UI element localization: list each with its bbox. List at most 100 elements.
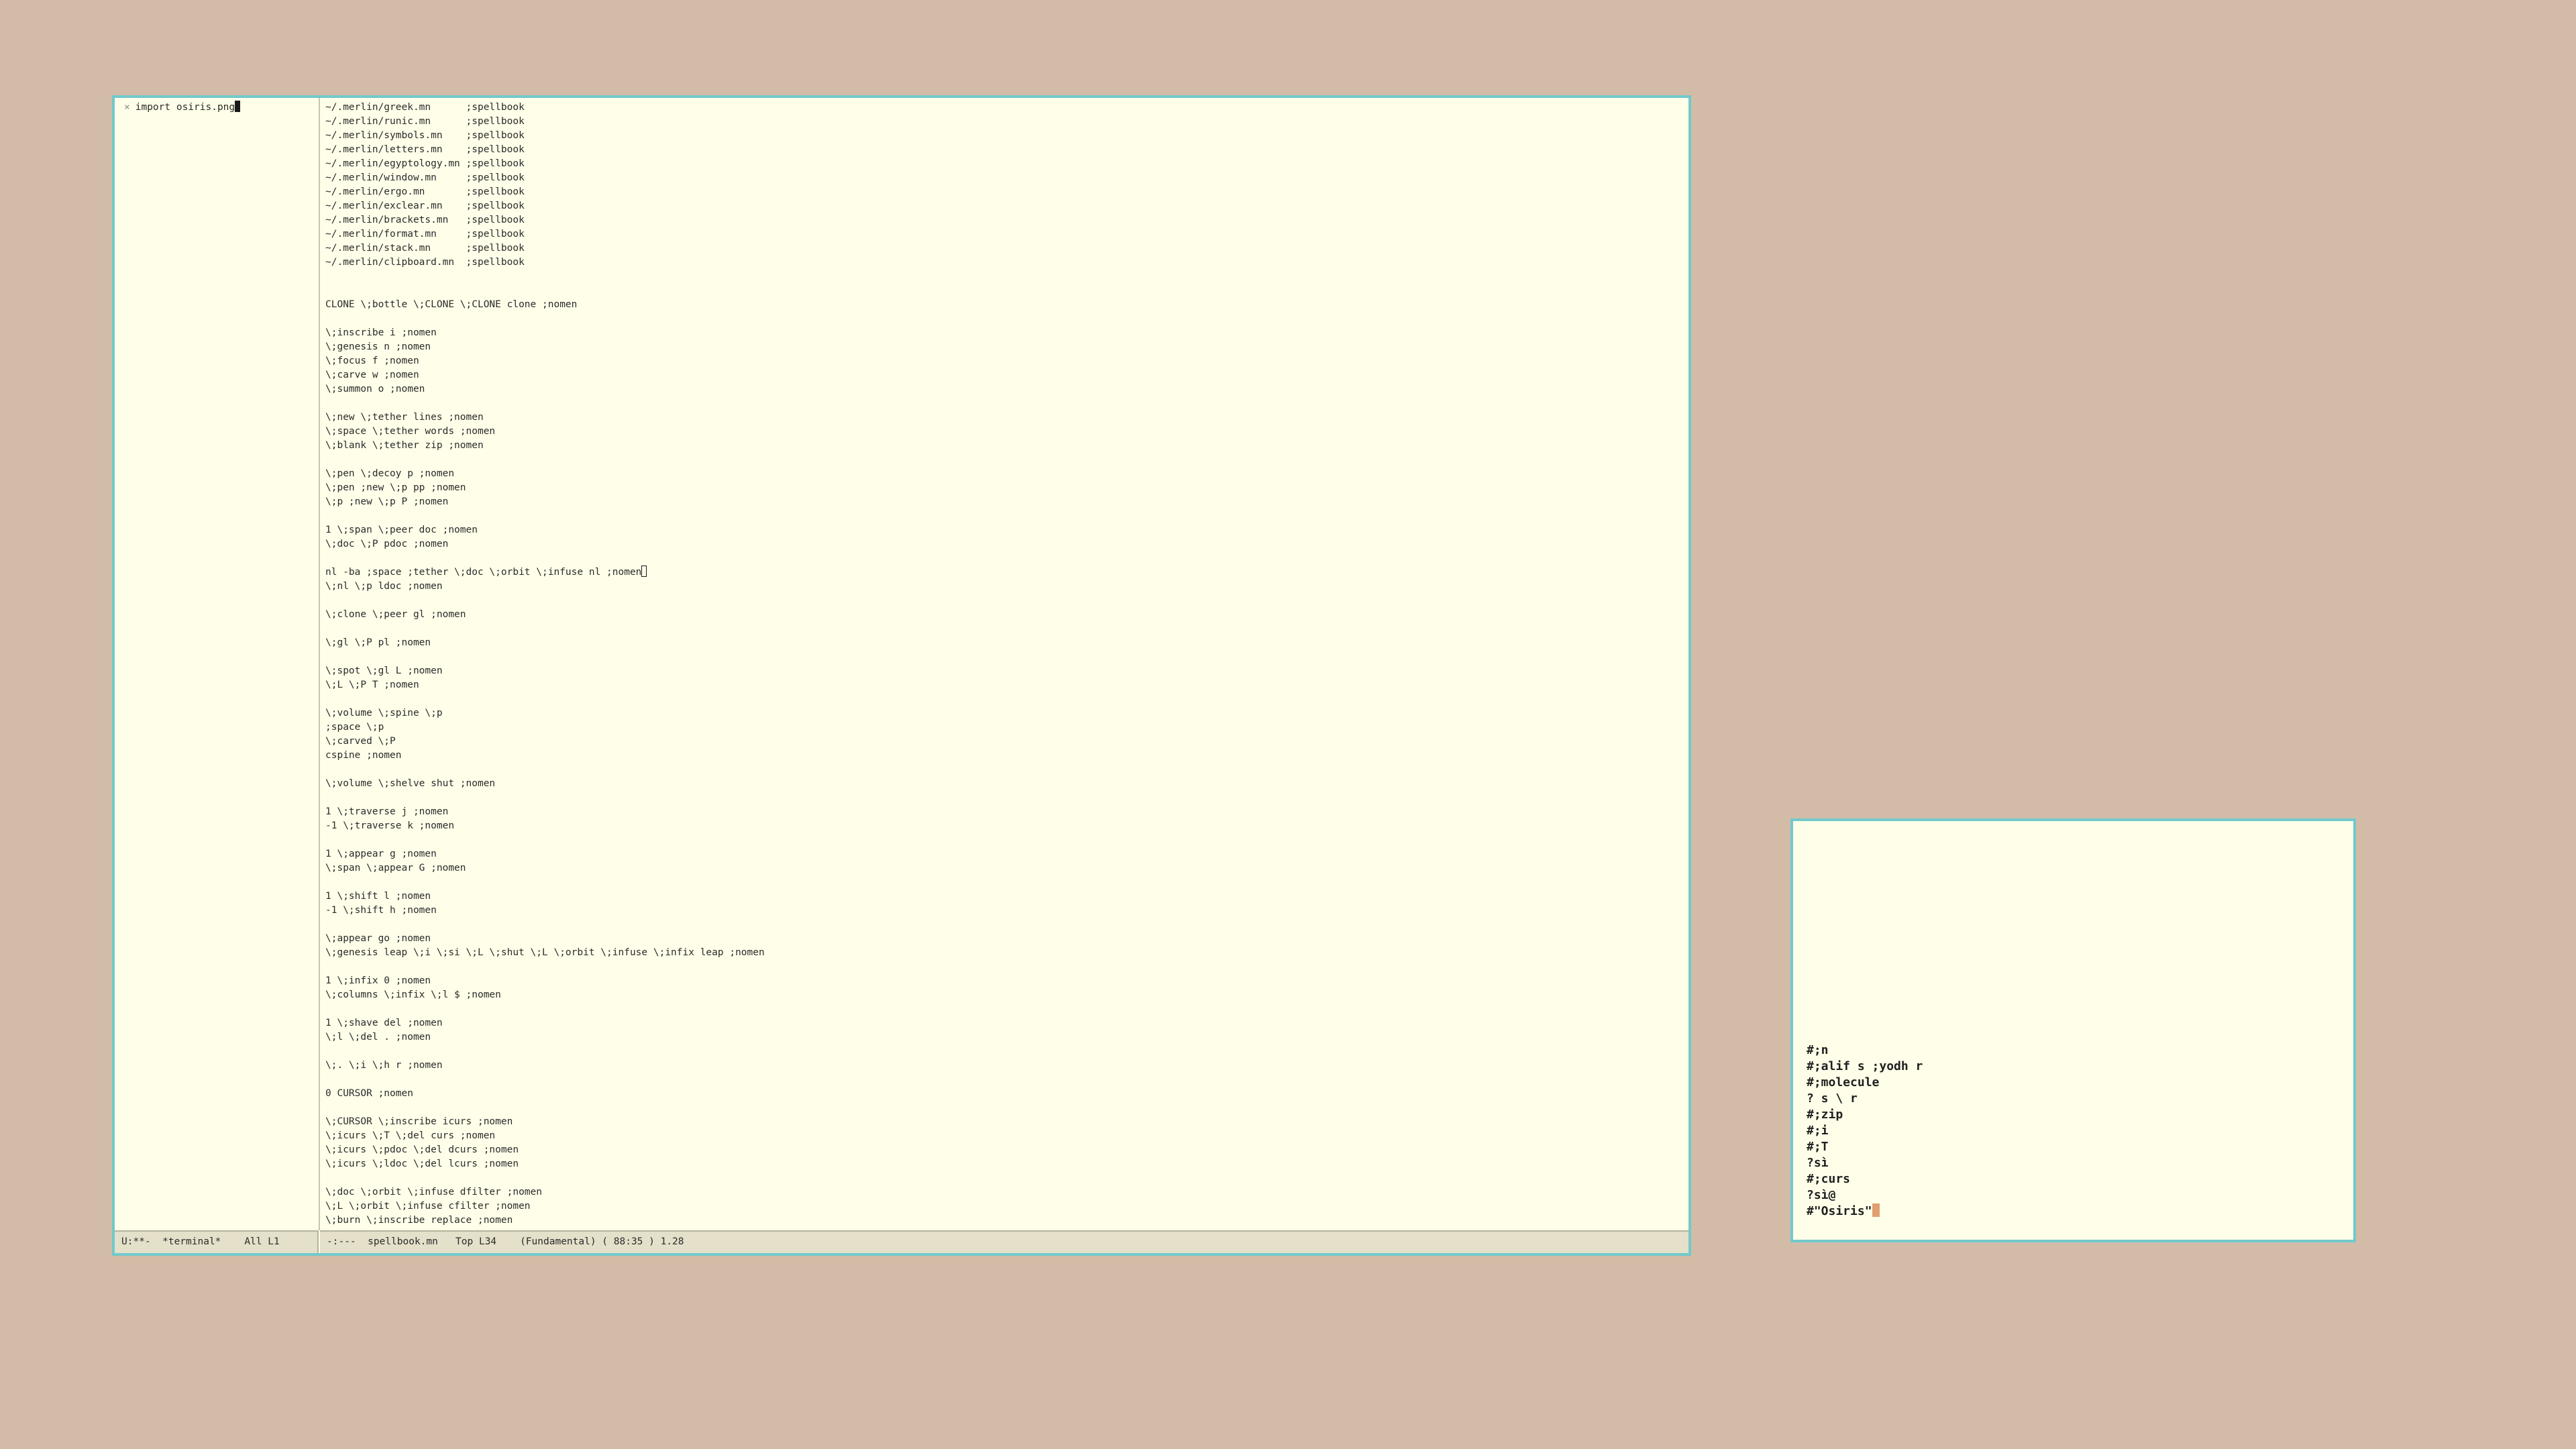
editor-line[interactable]: \;L \;orbit \;infuse cfilter ;nomen — [325, 1199, 1688, 1214]
editor-line[interactable]: \;carve w ;nomen — [325, 368, 1688, 382]
editor-line[interactable]: 1 \;appear g ;nomen — [325, 847, 1688, 861]
editor-line[interactable]: \;spot \;gl L ;nomen — [325, 664, 1688, 678]
editor-line[interactable]: 1 \;traverse j ;nomen — [325, 805, 1688, 819]
editor-line[interactable] — [325, 1101, 1688, 1115]
editor-line[interactable]: ~/.merlin/exclear.mn ;spellbook — [325, 199, 1688, 213]
terminal-pane[interactable]: × import osiris.png — [115, 98, 320, 1230]
editor-line[interactable] — [325, 1073, 1688, 1087]
editor-line[interactable]: \;p ;new \;p P ;nomen — [325, 495, 1688, 509]
editor-line[interactable] — [325, 594, 1688, 608]
editor-line[interactable]: ~/.merlin/ergo.mn ;spellbook — [325, 185, 1688, 199]
terminal-line-text: #;curs — [1807, 1172, 1851, 1186]
editor-line[interactable] — [325, 875, 1688, 890]
editor-text[interactable]: ~/.merlin/greek.mn ;spellbook ~/.merlin/r… — [320, 98, 1688, 1228]
terminal-line: ?sì@ — [1807, 1187, 1923, 1203]
editor-line[interactable]: \;pen ;new \;p pp ;nomen — [325, 481, 1688, 495]
editor-line[interactable]: ~/.merlin/letters.mn ;spellbook — [325, 143, 1688, 157]
terminal-line: #;T — [1807, 1139, 1923, 1155]
terminal-line-text: ? s \ r — [1807, 1091, 1858, 1106]
terminal-line: #;i — [1807, 1123, 1923, 1139]
editor-line[interactable]: \;clone \;peer gl ;nomen — [325, 608, 1688, 622]
terminal-line-text: #;i — [1807, 1124, 1829, 1138]
editor-line[interactable] — [325, 1002, 1688, 1016]
editor-line[interactable] — [325, 509, 1688, 523]
editor-line[interactable] — [325, 918, 1688, 932]
terminal-window[interactable]: #;n #;alif s ;yodh r #;molecule ? s \ r #;zi… — [1790, 818, 2356, 1242]
editor-line[interactable] — [325, 1171, 1688, 1185]
editor-line[interactable]: ~/.merlin/brackets.mn ;spellbook — [325, 213, 1688, 227]
editor-line[interactable]: \;L \;P T ;nomen — [325, 678, 1688, 692]
editor-line[interactable]: ~/.merlin/symbols.mn ;spellbook — [325, 129, 1688, 143]
editor-line[interactable] — [325, 396, 1688, 411]
editor-line[interactable]: ~/.merlin/greek.mn ;spellbook — [325, 101, 1688, 115]
editor-line[interactable]: \;blank \;tether zip ;nomen — [325, 439, 1688, 453]
editor-line[interactable] — [325, 622, 1688, 636]
editor-line[interactable]: \;space \;tether words ;nomen — [325, 425, 1688, 439]
editor-line[interactable]: \;columns \;infix \;l $ ;nomen — [325, 988, 1688, 1002]
editor-line[interactable]: -1 \;shift h ;nomen — [325, 904, 1688, 918]
editor-line[interactable]: \;doc \;P pdoc ;nomen — [325, 537, 1688, 551]
editor-line[interactable]: ~/.merlin/clipboard.mn ;spellbook — [325, 256, 1688, 270]
editor-line[interactable]: 1 \;shave del ;nomen — [325, 1016, 1688, 1030]
editor-line[interactable]: cspine ;nomen — [325, 749, 1688, 763]
editor-line[interactable] — [325, 791, 1688, 805]
editor-line[interactable] — [325, 284, 1688, 298]
editor-line[interactable]: \;volume \;spine \;p — [325, 706, 1688, 720]
editor-line[interactable]: \;icurs \;pdoc \;del dcurs ;nomen — [325, 1143, 1688, 1157]
editor-line[interactable] — [325, 833, 1688, 847]
terminal-line: #;zip — [1807, 1107, 1923, 1123]
editor-line[interactable]: ~/.merlin/window.mn ;spellbook — [325, 171, 1688, 185]
editor-line[interactable]: \;icurs \;T \;del curs ;nomen — [325, 1129, 1688, 1143]
editor-line[interactable]: \;summon o ;nomen — [325, 382, 1688, 396]
terminal-line-text: ?sì — [1807, 1156, 1829, 1170]
editor-line[interactable] — [325, 763, 1688, 777]
editor-line[interactable]: \;l \;del . ;nomen — [325, 1030, 1688, 1044]
editor-line[interactable]: \;volume \;shelve shut ;nomen — [325, 777, 1688, 791]
editor-line[interactable]: \;gl \;P pl ;nomen — [325, 636, 1688, 650]
editor-line[interactable]: \;span \;appear G ;nomen — [325, 861, 1688, 875]
terminal-line: #;molecule — [1807, 1075, 1923, 1091]
editor-line[interactable]: \;genesis n ;nomen — [325, 340, 1688, 354]
editor-line[interactable]: \;nl \;p ldoc ;nomen — [325, 580, 1688, 594]
editor-line[interactable] — [325, 270, 1688, 284]
editor-line[interactable]: ~/.merlin/egyptology.mn ;spellbook — [325, 157, 1688, 171]
editor-line[interactable]: \;carved \;P — [325, 735, 1688, 749]
terminal-line-text: #;T — [1807, 1140, 1829, 1154]
editor-line[interactable]: \;appear go ;nomen — [325, 932, 1688, 946]
editor-line[interactable]: \;pen \;decoy p ;nomen — [325, 467, 1688, 481]
editor-line[interactable] — [325, 692, 1688, 706]
editor-line[interactable]: 1 \;span \;peer doc ;nomen — [325, 523, 1688, 537]
editor-line[interactable]: \;doc \;orbit \;infuse dfilter ;nomen — [325, 1185, 1688, 1199]
editor-line[interactable]: ~/.merlin/runic.mn ;spellbook — [325, 115, 1688, 129]
terminal-prompt-line[interactable]: × import osiris.png — [115, 98, 319, 115]
editor-line[interactable]: \;focus f ;nomen — [325, 354, 1688, 368]
spellbook-editor-pane[interactable]: ~/.merlin/greek.mn ;spellbook ~/.merlin/r… — [320, 98, 1688, 1230]
emacs-window[interactable]: × import osiris.png ~/.merlin/greek.mn ;s… — [112, 95, 1691, 1256]
editor-line[interactable]: \;icurs \;ldoc \;del lcurs ;nomen — [325, 1157, 1688, 1171]
editor-line[interactable]: \;. \;i \;h r ;nomen — [325, 1059, 1688, 1073]
terminal-modeline: U:**- *terminal* All L1 — [115, 1230, 319, 1253]
editor-line[interactable] — [325, 312, 1688, 326]
editor-line[interactable]: CLONE \;bottle \;CLONE \;CLONE clone ;no… — [325, 298, 1688, 312]
terminal-output[interactable]: #;n #;alif s ;yodh r #;molecule ? s \ r #;zi… — [1807, 1042, 1923, 1220]
editor-modeline: -:--- spellbook.mn Top L34 (Fundamental)… — [320, 1230, 1688, 1253]
editor-line[interactable] — [325, 1044, 1688, 1059]
editor-line[interactable]: 1 \;shift l ;nomen — [325, 890, 1688, 904]
editor-line[interactable]: -1 \;traverse k ;nomen — [325, 819, 1688, 833]
editor-line[interactable]: \;burn \;inscribe replace ;nomen — [325, 1214, 1688, 1228]
editor-line[interactable]: ~/.merlin/stack.mn ;spellbook — [325, 241, 1688, 256]
editor-line[interactable] — [325, 960, 1688, 974]
terminal-line-text: #;alif s ;yodh r — [1807, 1059, 1923, 1073]
editor-line[interactable] — [325, 650, 1688, 664]
editor-line[interactable]: nl -ba ;space ;tether \;doc \;orbit \;in… — [325, 566, 1688, 580]
editor-line[interactable]: \;inscribe i ;nomen — [325, 326, 1688, 340]
editor-line[interactable] — [325, 551, 1688, 566]
editor-line[interactable]: \;genesis leap \;i \;si \;L \;shut \;L \… — [325, 946, 1688, 960]
editor-line[interactable] — [325, 453, 1688, 467]
editor-line[interactable]: 0 CURSOR ;nomen — [325, 1087, 1688, 1101]
editor-line[interactable]: ;space \;p — [325, 720, 1688, 735]
editor-line[interactable]: \;new \;tether lines ;nomen — [325, 411, 1688, 425]
editor-line[interactable]: \;CURSOR \;inscribe icurs ;nomen — [325, 1115, 1688, 1129]
editor-line[interactable]: ~/.merlin/format.mn ;spellbook — [325, 227, 1688, 241]
editor-line[interactable]: 1 \;infix 0 ;nomen — [325, 974, 1688, 988]
